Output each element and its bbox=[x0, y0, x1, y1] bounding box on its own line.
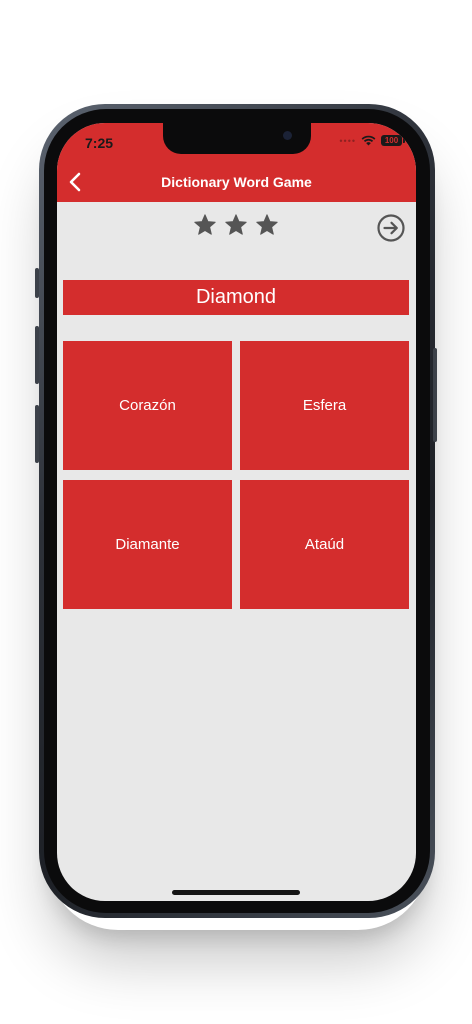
next-button[interactable] bbox=[376, 213, 406, 243]
star-icon bbox=[194, 214, 216, 235]
arrow-right-circle-icon bbox=[377, 214, 405, 242]
silent-switch bbox=[35, 268, 39, 298]
star-icon bbox=[225, 214, 247, 235]
status-time: 7:25 bbox=[85, 135, 114, 151]
power-button bbox=[433, 348, 437, 442]
star-rating bbox=[193, 213, 279, 237]
home-indicator[interactable] bbox=[172, 890, 300, 895]
page-title: Dictionary Word Game bbox=[161, 174, 312, 190]
status-icons: •••• 100 bbox=[339, 135, 405, 146]
app-screen: 7:25 •••• 100 Dictionary Word Game Diamo… bbox=[57, 123, 416, 901]
signal-dots-icon: •••• bbox=[339, 135, 356, 146]
star-icon bbox=[256, 214, 278, 235]
choice-button-3[interactable]: Diamante bbox=[63, 480, 232, 609]
back-button[interactable] bbox=[65, 171, 85, 193]
choice-button-2[interactable]: Esfera bbox=[240, 341, 409, 470]
volume-down-button bbox=[35, 405, 39, 463]
choice-button-1[interactable]: Corazón bbox=[63, 341, 232, 470]
choice-button-4[interactable]: Ataúd bbox=[240, 480, 409, 609]
chevron-left-icon bbox=[69, 172, 81, 192]
app-header: 7:25 •••• 100 Dictionary Word Game bbox=[57, 123, 416, 202]
notch bbox=[163, 123, 311, 154]
wifi-icon bbox=[361, 135, 376, 146]
volume-up-button bbox=[35, 326, 39, 384]
battery-icon: 100 bbox=[381, 135, 405, 146]
front-camera bbox=[283, 131, 292, 140]
stage: 7:25 •••• 100 Dictionary Word Game Diamo… bbox=[0, 0, 472, 1024]
question-word: Diamond bbox=[63, 280, 409, 315]
